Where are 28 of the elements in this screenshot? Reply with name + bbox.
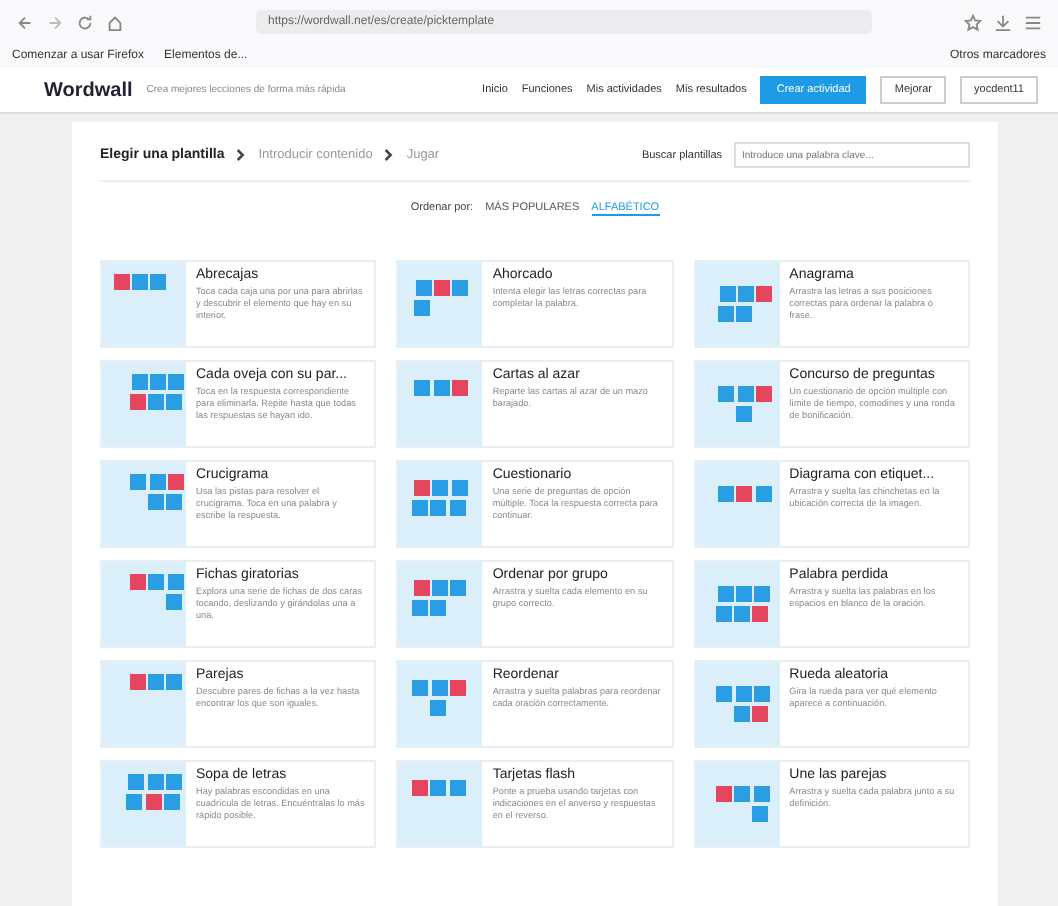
back-icon[interactable] xyxy=(16,13,34,31)
template-thumbnail-drawing xyxy=(102,462,186,546)
template-thumbnail-drawing xyxy=(102,762,186,846)
template-thumbnail-drawing xyxy=(398,662,483,746)
star-icon[interactable] xyxy=(964,13,982,31)
template-thumbnail-drawing xyxy=(102,662,186,746)
chevron-icon xyxy=(384,148,395,162)
template-thumbnail-drawing xyxy=(695,462,780,546)
template-thumbnail-drawing xyxy=(398,362,483,446)
template-thumbnail-drawing xyxy=(695,562,780,646)
template-thumbnail-drawing xyxy=(398,762,483,846)
template-thumbnail-drawing xyxy=(102,362,186,446)
logo[interactable]: Wordwall xyxy=(44,79,133,101)
template-thumbnail-drawing xyxy=(102,562,186,646)
forward-icon[interactable] xyxy=(46,13,64,31)
chevron-icon xyxy=(236,148,247,162)
template-thumbnail-drawing xyxy=(695,362,780,446)
template-thumbnail-drawing xyxy=(695,662,780,746)
download-icon[interactable] xyxy=(994,13,1012,31)
home-icon[interactable] xyxy=(106,13,124,31)
template-thumbnail-drawing xyxy=(398,562,483,646)
template-thumbnail-drawing xyxy=(398,262,483,346)
reload-icon[interactable] xyxy=(76,13,94,31)
template-thumbnail-drawing xyxy=(102,262,186,346)
menu-icon[interactable] xyxy=(1024,13,1042,31)
template-thumbnail-drawing xyxy=(695,762,780,846)
template-thumbnail-drawing xyxy=(695,262,780,346)
template-thumbnail-drawing xyxy=(398,462,483,546)
